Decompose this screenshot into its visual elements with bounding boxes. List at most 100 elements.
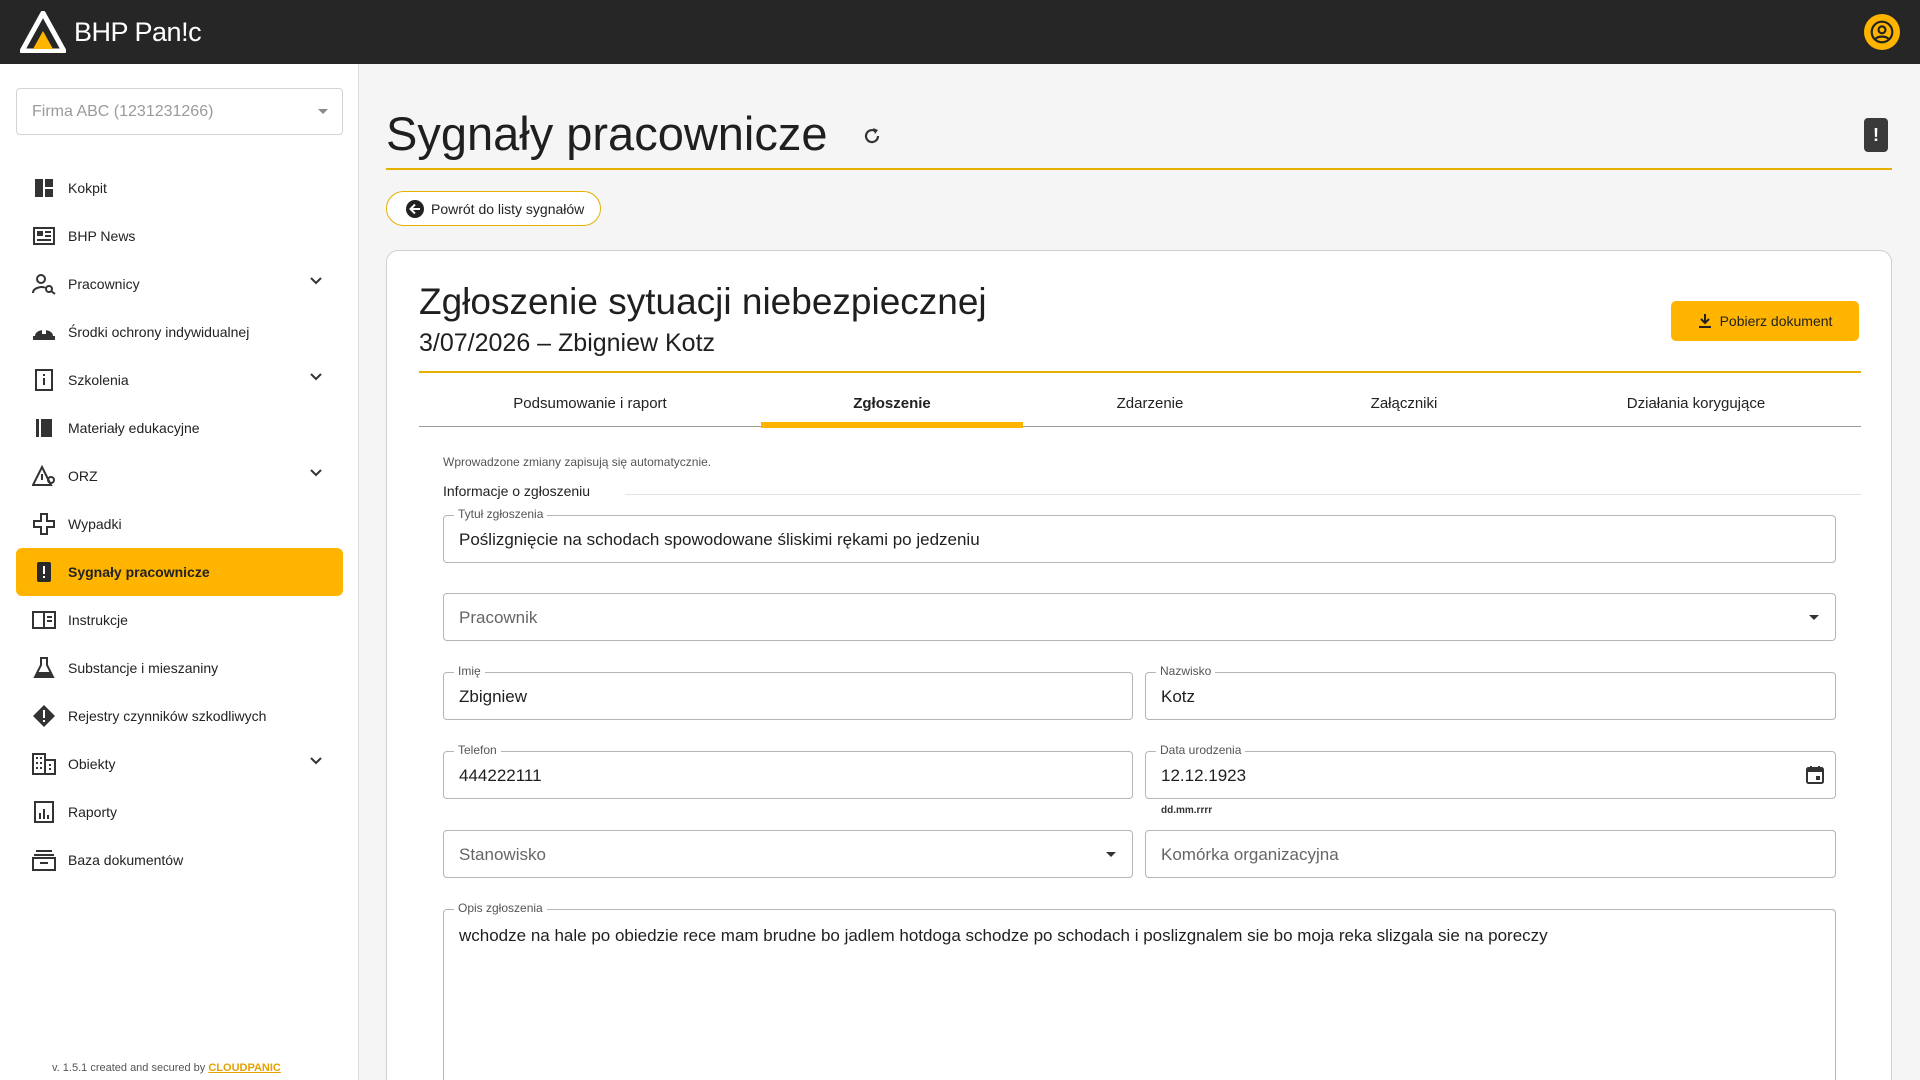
back-to-list-button[interactable]: Powrót do listy sygnałów bbox=[386, 191, 602, 226]
phone-field[interactable]: Telefon 444222111 bbox=[443, 743, 1133, 799]
report-card: Zgłoszenie sytuacji niebezpiecznej 3/07/… bbox=[386, 250, 1892, 1080]
user-account-button[interactable] bbox=[1864, 14, 1900, 50]
tab-zalaczniki[interactable]: Załączniki bbox=[1277, 379, 1531, 427]
sidebar-item-label: Materiały edukacyjne bbox=[68, 420, 200, 436]
field-value: Kotz bbox=[1161, 687, 1196, 706]
sidebar-item-rejestry[interactable]: Rejestry czynników szkodliwych bbox=[16, 692, 343, 740]
app-logo[interactable]: BHP Pan!c bbox=[20, 11, 202, 53]
sidebar-item-label: Szkolenia bbox=[68, 372, 129, 388]
tab-zgloszenie[interactable]: Zgłoszenie bbox=[761, 379, 1023, 428]
first-name-field[interactable]: Imię Zbigniew bbox=[443, 664, 1133, 720]
birth-date-field[interactable]: Data urodzenia 12.12.1923 bbox=[1145, 743, 1836, 799]
field-label: Opis zgłoszenia bbox=[454, 901, 547, 915]
sidebar-item-sygnaly-pracownicze[interactable]: Sygnały pracownicze bbox=[16, 548, 343, 596]
last-name-field[interactable]: Nazwisko Kotz bbox=[1145, 664, 1836, 720]
sidebar-item-label: Kokpit bbox=[68, 180, 107, 196]
field-value: 12.12.1923 bbox=[1161, 766, 1247, 785]
sidebar-item-label: Środki ochrony indywidualnej bbox=[68, 324, 250, 340]
chevron-down-icon bbox=[1106, 852, 1116, 857]
company-select-value: Firma ABC (1231231266) bbox=[32, 102, 214, 120]
warning-diamond-icon bbox=[32, 704, 56, 728]
sidebar-item-label: Rejestry czynników szkodliwych bbox=[68, 708, 267, 724]
sidebar-item-label: Instrukcje bbox=[68, 612, 128, 628]
sidebar-item-raporty[interactable]: Raporty bbox=[16, 788, 343, 836]
logo-text: BHP Pan!c bbox=[74, 16, 202, 47]
dashboard-icon bbox=[32, 176, 56, 200]
chevron-down-icon[interactable] bbox=[309, 276, 323, 286]
org-unit-field[interactable]: Komórka organizacyjna bbox=[1145, 830, 1836, 878]
sidebar-item-obiekty[interactable]: Obiekty bbox=[16, 740, 343, 788]
section-label: Informacje o zgłoszeniu bbox=[443, 483, 591, 499]
page-header: Sygnały pracownicze ! bbox=[386, 84, 1892, 170]
card-subtitle: 3/07/2026 – Zbigniew Kotz bbox=[419, 329, 716, 357]
sidebar: Firma ABC (1231231266) Kokpit BHP News P… bbox=[0, 64, 359, 1080]
logo-triangle-icon bbox=[20, 11, 66, 53]
chevron-down-icon[interactable] bbox=[309, 756, 323, 766]
refresh-icon[interactable] bbox=[862, 126, 882, 146]
field-label: Telefon bbox=[454, 743, 501, 757]
field-label: Nazwisko bbox=[1156, 664, 1216, 678]
sidebar-item-szkolenia[interactable]: Szkolenia bbox=[16, 356, 343, 404]
field-label: Imię bbox=[454, 664, 485, 678]
back-button-label: Powrót do listy sygnałów bbox=[431, 200, 585, 217]
sidebar-item-orz[interactable]: ORZ bbox=[16, 452, 343, 500]
sidebar-item-label: Substancje i mieszaniny bbox=[68, 660, 219, 676]
sidebar-item-wypadki[interactable]: Wypadki bbox=[16, 500, 343, 548]
brand-link[interactable]: CLOUDPANIC bbox=[208, 1062, 281, 1074]
chevron-down-icon bbox=[318, 109, 328, 114]
card-divider bbox=[419, 371, 1861, 373]
tab-zdarzenie[interactable]: Zdarzenie bbox=[1023, 379, 1277, 427]
exclamation-icon: ! bbox=[1873, 124, 1879, 145]
tab-label: Podsumowanie i raport bbox=[513, 394, 667, 412]
sidebar-item-baza-dokumentow[interactable]: Baza dokumentów bbox=[16, 836, 343, 884]
newspaper-icon bbox=[32, 224, 56, 248]
field-placeholder: Komórka organizacyjna bbox=[1161, 845, 1339, 864]
chevron-down-icon[interactable] bbox=[309, 372, 323, 382]
main-content: Sygnały pracownicze ! Powrót do listy sy… bbox=[360, 64, 1920, 1080]
sidebar-item-label: Raporty bbox=[68, 804, 118, 820]
person-search-icon bbox=[32, 272, 56, 296]
report-icon bbox=[32, 800, 56, 824]
field-value: Zbigniew bbox=[459, 687, 528, 706]
version-text: v. 1.5.1 created and secured by bbox=[52, 1062, 209, 1074]
medical-icon bbox=[32, 512, 56, 536]
sidebar-item-instrukcje[interactable]: Instrukcje bbox=[16, 596, 343, 644]
tab-dzialania-korygujace[interactable]: Działania korygujące bbox=[1531, 379, 1861, 427]
report-alert-button[interactable]: ! bbox=[1864, 118, 1888, 152]
risk-triangle-icon bbox=[32, 464, 56, 488]
download-icon bbox=[1698, 314, 1711, 328]
sidebar-item-label: Sygnały pracownicze bbox=[68, 564, 210, 580]
report-title-field[interactable]: Tytuł zgłoszenia Poślizgnięcie na schoda… bbox=[443, 507, 1836, 563]
field-label: Tytuł zgłoszenia bbox=[454, 507, 548, 521]
chevron-down-icon[interactable] bbox=[309, 468, 323, 478]
flask-icon bbox=[32, 656, 56, 680]
sidebar-nav: Kokpit BHP News Pracownicy Środki ochron… bbox=[16, 164, 343, 884]
version-footer: v. 1.5.1 created and secured by CLOUDPAN… bbox=[52, 1062, 281, 1074]
position-select[interactable]: Stanowisko bbox=[443, 830, 1133, 878]
training-book-icon bbox=[32, 368, 56, 392]
sidebar-item-kokpit[interactable]: Kokpit bbox=[16, 164, 343, 212]
account-circle-icon bbox=[1870, 20, 1894, 44]
tab-label: Zdarzenie bbox=[1116, 394, 1184, 412]
sidebar-item-bhp-news[interactable]: BHP News bbox=[16, 212, 343, 260]
download-document-button[interactable]: Pobierz dokument bbox=[1671, 301, 1859, 341]
tab-label: Załączniki bbox=[1370, 394, 1438, 412]
building-icon bbox=[32, 752, 56, 776]
field-placeholder: Pracownik bbox=[459, 608, 538, 627]
sidebar-item-label: Pracownicy bbox=[68, 276, 140, 292]
employee-select[interactable]: Pracownik bbox=[443, 593, 1836, 641]
field-placeholder: Stanowisko bbox=[459, 845, 546, 864]
sidebar-item-pracownicy[interactable]: Pracownicy bbox=[16, 260, 343, 308]
field-value: 444222111 bbox=[459, 766, 542, 785]
description-textarea[interactable]: Opis zgłoszenia wchodze na hale po obied… bbox=[443, 901, 1836, 1080]
tab-label: Zgłoszenie bbox=[853, 394, 931, 412]
tab-bar: Podsumowanie i raport Zgłoszenie Zdarzen… bbox=[419, 379, 1861, 428]
sidebar-item-label: Obiekty bbox=[68, 756, 116, 772]
sidebar-item-srodki-ochrony[interactable]: Środki ochrony indywidualnej bbox=[16, 308, 343, 356]
tab-podsumowanie[interactable]: Podsumowanie i raport bbox=[419, 379, 761, 427]
sidebar-item-materialy-edukacyjne[interactable]: Materiały edukacyjne bbox=[16, 404, 343, 452]
section-divider bbox=[625, 494, 1861, 495]
calendar-icon[interactable] bbox=[1805, 765, 1825, 785]
company-select[interactable]: Firma ABC (1231231266) bbox=[16, 88, 343, 135]
sidebar-item-substancje[interactable]: Substancje i mieszaniny bbox=[16, 644, 343, 692]
